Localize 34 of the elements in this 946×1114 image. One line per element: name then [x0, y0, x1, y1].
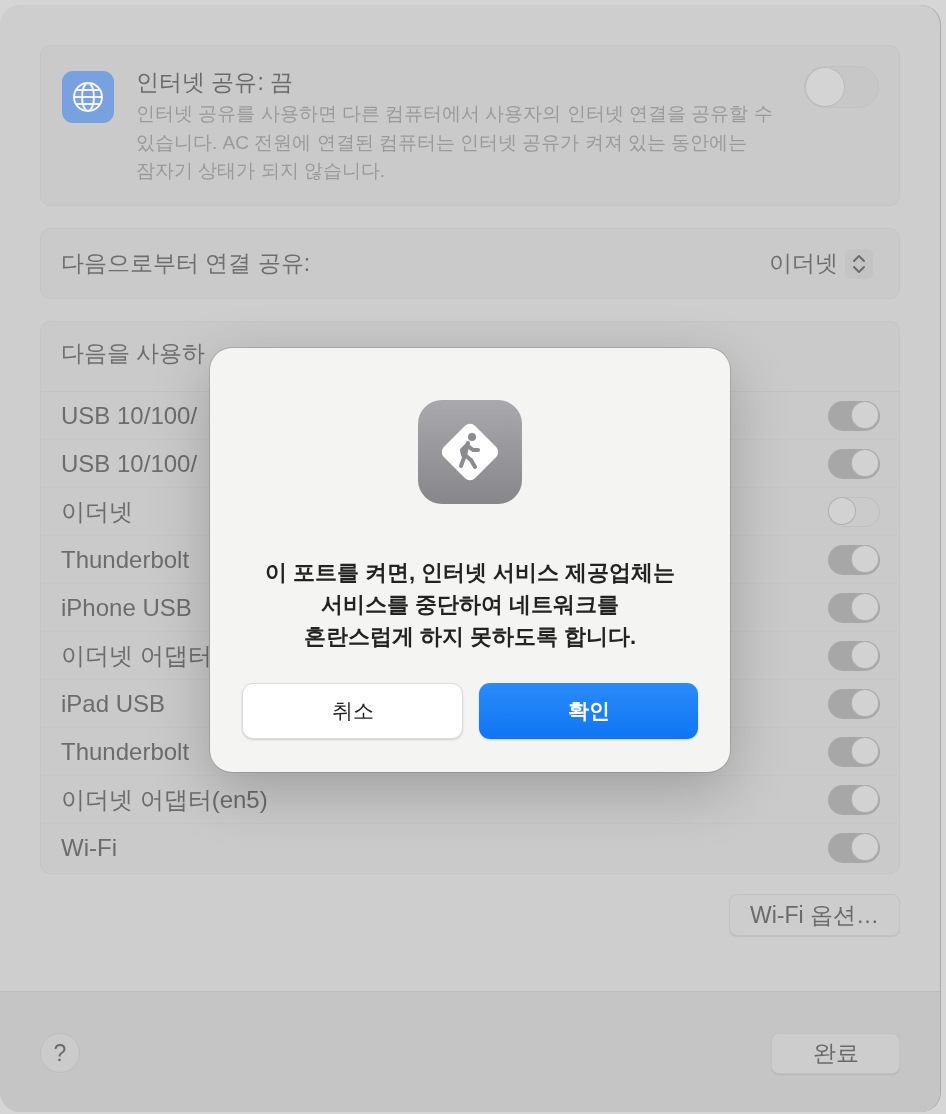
help-button[interactable]: ?	[40, 1033, 80, 1073]
toggle-switch[interactable]	[828, 400, 880, 431]
sharing-title: 인터넷 공유: 끔	[136, 68, 295, 96]
toggle-switch[interactable]	[804, 66, 879, 108]
port-name: USB 10/100/	[61, 401, 198, 430]
up-down-chevron-icon	[845, 248, 873, 279]
wifi-options-button[interactable]: Wi-Fi 옵션…	[729, 894, 900, 936]
toggle-switch[interactable]	[828, 544, 880, 575]
toggle-switch[interactable]	[828, 496, 880, 527]
port-name: 이더넷 어댑터(en5)	[61, 784, 268, 815]
port-name: iPad USB	[61, 689, 166, 718]
toggle-switch[interactable]	[828, 833, 880, 863]
alert-message: 이 포트를 켜면, 인터넷 서비스 제공업체는 서비스를 중단하여 네트워크를 혼란스럽게 하지 못하도록 합니다.	[264, 559, 676, 651]
toggle-switch[interactable]	[828, 448, 880, 479]
port-name: USB 10/100/	[61, 449, 198, 478]
toggle-switch[interactable]	[828, 640, 880, 671]
port-name: Thunderbolt	[61, 545, 190, 574]
globe-icon	[62, 71, 114, 123]
port-name: 이더넷 어댑터	[61, 640, 212, 671]
toggle-switch[interactable]	[828, 784, 880, 815]
share-from-label: 다음으로부터 연결 공유:	[61, 249, 311, 278]
port-name: Thunderbolt	[61, 737, 190, 766]
pedestrian-sign-icon	[418, 400, 522, 504]
ports-header: 다음을 사용하	[61, 339, 206, 368]
port-name: 이더넷	[61, 496, 133, 527]
port-name: iPhone USB	[61, 593, 192, 622]
cancel-button[interactable]: 취소	[242, 683, 463, 739]
confirm-button[interactable]: 확인	[479, 683, 698, 739]
popup-button[interactable]: 이더넷	[769, 248, 873, 279]
toggle-switch[interactable]	[828, 736, 880, 767]
done-button[interactable]: 완료	[771, 1033, 900, 1074]
toggle-switch[interactable]	[828, 688, 880, 719]
toggle-switch[interactable]	[828, 592, 880, 623]
port-name: Wi-Fi	[61, 834, 117, 862]
